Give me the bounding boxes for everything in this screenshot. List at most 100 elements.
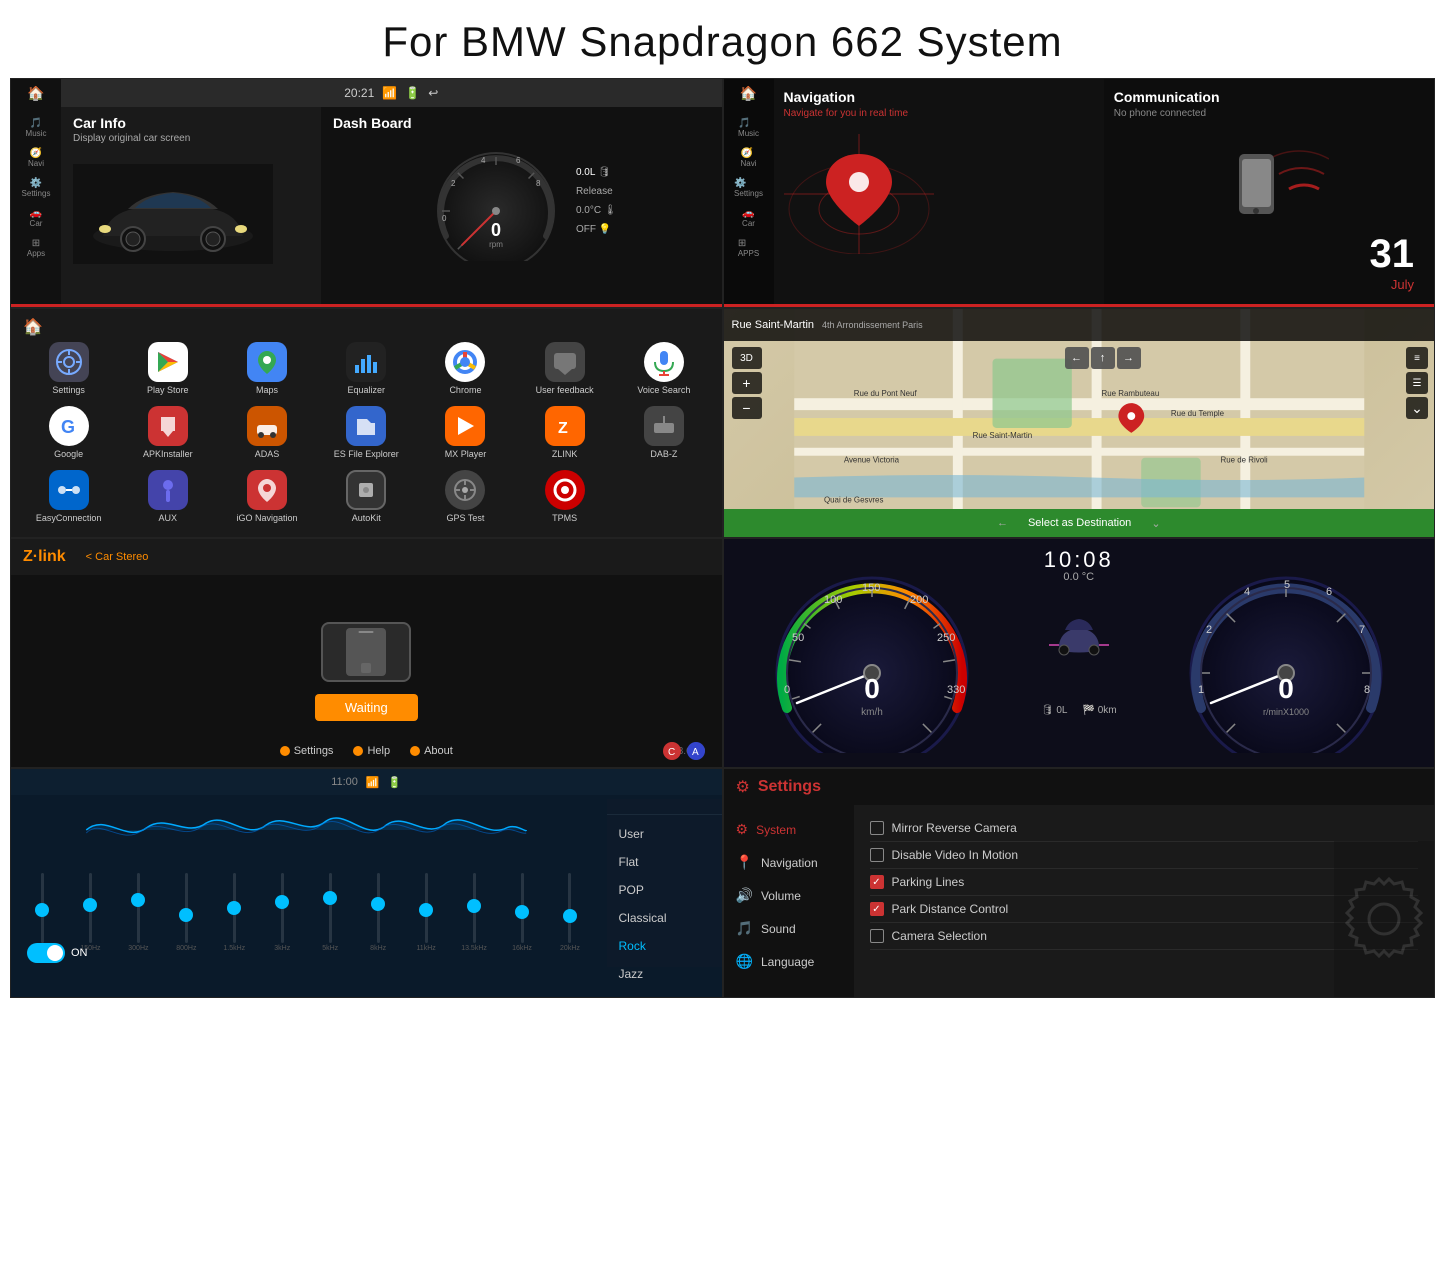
sidebar-settings[interactable]: Settings: [22, 189, 51, 198]
svg-text:Rue Saint-Martin: Rue Saint-Martin: [972, 431, 1031, 440]
app-mxplayer-label: MX Player: [445, 449, 487, 460]
date-number: 31: [1370, 232, 1415, 277]
eq-slider-20khz[interactable]: 20kHz: [546, 873, 593, 952]
map-zoom-out[interactable]: −: [732, 397, 762, 419]
app-equalizer[interactable]: Equalizer: [319, 339, 414, 399]
settings-nav-volume[interactable]: 🔊 Volume: [724, 879, 854, 912]
preset-jazz[interactable]: Jazz: [607, 961, 722, 987]
map-arrow-right[interactable]: →: [1117, 347, 1141, 369]
preset-rock[interactable]: Rock: [607, 933, 722, 959]
settings-nav-language[interactable]: 🌐 Language: [724, 945, 854, 978]
app-igo[interactable]: iGO Navigation: [219, 467, 314, 527]
preset-pop[interactable]: POP: [607, 877, 722, 903]
app-tpms[interactable]: TPMS: [517, 467, 612, 527]
sidebar2-apps[interactable]: APPS: [738, 249, 759, 258]
eq-slider-300hz[interactable]: 300Hz: [115, 873, 162, 952]
zlink-settings-link[interactable]: Settings: [280, 745, 334, 757]
settings-nav-sound[interactable]: 🎵 Sound: [724, 912, 854, 945]
app-dabz[interactable]: DAB-Z: [616, 403, 711, 463]
app-apkinstaller[interactable]: APKInstaller: [120, 403, 215, 463]
eq-on-toggle[interactable]: ON: [27, 943, 88, 963]
svg-text:Z: Z: [558, 420, 568, 437]
app-zlink[interactable]: Z ZLINK: [517, 403, 612, 463]
settings-nav-system[interactable]: ⚙ System: [724, 813, 854, 846]
map-3d-btn[interactable]: 3D: [732, 347, 762, 369]
sidebar2-settings[interactable]: Settings: [734, 189, 763, 198]
cell-car-info: 🏠 🎵Music 🧭Navi ⚙️Settings 🚗Car ⊞Apps 20:…: [10, 78, 723, 308]
eq-slider-3khz[interactable]: 3kHz: [259, 873, 306, 952]
preset-user[interactable]: User: [607, 821, 722, 847]
app-voice-search[interactable]: Voice Search: [616, 339, 711, 399]
eq-slider-5khz[interactable]: 5kHz: [307, 873, 354, 952]
app-mxplayer[interactable]: MX Player: [418, 403, 513, 463]
settings-nav-navigation[interactable]: 📍 Navigation: [724, 846, 854, 879]
svg-text:0: 0: [864, 673, 880, 704]
checkbox-park-distance[interactable]: [870, 902, 884, 916]
map-zoom-in[interactable]: +: [732, 372, 762, 394]
app-easyconnect[interactable]: EasyConnection: [21, 467, 116, 527]
map-back-icon[interactable]: ←: [997, 517, 1008, 529]
zlink-waiting-button[interactable]: Waiting: [315, 694, 418, 721]
sidebar2-car[interactable]: Car: [742, 219, 755, 228]
car-info-panel: Car Info Display original car screen: [61, 107, 321, 307]
red-bar-cell2: [724, 304, 1435, 307]
speedometer-area: 0 2 4 6 8 0 rpm 0.0L 🛢: [333, 141, 710, 261]
sidebar-navi[interactable]: Navi: [28, 159, 44, 168]
eq-slider-16khz[interactable]: 16kHz: [499, 873, 546, 952]
preset-flat[interactable]: Flat: [607, 849, 722, 875]
map-expand-icon[interactable]: ⌄: [1151, 517, 1160, 530]
option-parking-lines-label: Parking Lines: [892, 875, 965, 889]
map-view[interactable]: Rue du Pont Neuf Rue Rambuteau Rue Saint…: [724, 309, 1435, 537]
app-es-explorer[interactable]: ES File Explorer: [319, 403, 414, 463]
app-playstore[interactable]: Play Store: [120, 339, 215, 399]
back-button[interactable]: ↩: [428, 86, 438, 100]
zlink-back-button[interactable]: < Car Stereo: [86, 551, 149, 563]
street-name: Rue Saint-Martin: [732, 319, 815, 331]
app-settings[interactable]: Settings: [21, 339, 116, 399]
map-menu-icon[interactable]: ≡: [1406, 347, 1428, 369]
map-arrow-up[interactable]: ↑: [1091, 347, 1115, 369]
app-google[interactable]: G Google: [21, 403, 116, 463]
car-info-subtitle: Display original car screen: [73, 133, 309, 144]
checkbox-disable-video[interactable]: [870, 848, 884, 862]
checkbox-camera-selection[interactable]: [870, 929, 884, 943]
eq-slider-150hz[interactable]: 150Hz: [67, 873, 114, 952]
sidebar-music[interactable]: Music: [26, 129, 47, 138]
zlink-platform-icons: C A: [662, 741, 706, 761]
svg-text:0: 0: [1278, 673, 1294, 704]
app-maps[interactable]: Maps: [219, 339, 314, 399]
preset-classical[interactable]: Classical: [607, 905, 722, 931]
checkbox-mirror-camera[interactable]: [870, 821, 884, 835]
eq-slider-1.5khz[interactable]: 1.5kHz: [211, 873, 258, 952]
zlink-help-link[interactable]: Help: [353, 745, 390, 757]
eq-slider-11khz[interactable]: 11kHz: [403, 873, 450, 952]
app-apkinstaller-label: APKInstaller: [143, 449, 193, 460]
app-adas[interactable]: ADAS: [219, 403, 314, 463]
app-feedback[interactable]: User feedback: [517, 339, 612, 399]
zlink-about-link[interactable]: About: [410, 745, 453, 757]
map-list-icon[interactable]: ☰: [1406, 372, 1428, 394]
app-gpstest[interactable]: GPS Test: [418, 467, 513, 527]
svg-text:50: 50: [792, 632, 804, 644]
sidebar-car[interactable]: Car: [30, 219, 43, 228]
map-arrow-left[interactable]: ←: [1065, 347, 1089, 369]
eq-slider-8khz[interactable]: 8kHz: [355, 873, 402, 952]
settings-header: ⚙ Settings: [724, 769, 1435, 805]
apps-home-icon[interactable]: 🏠: [23, 317, 43, 337]
eq-slider-13.5khz[interactable]: 13.5kHz: [451, 873, 498, 952]
settings-gear-decoration: [1334, 841, 1434, 997]
sidebar-apps[interactable]: Apps: [27, 249, 45, 258]
eq-slider-30hz[interactable]: 30Hz: [19, 873, 66, 952]
map-destination-bar[interactable]: ← Select as Destination ⌄: [724, 509, 1435, 537]
sidebar2-music[interactable]: Music: [738, 129, 759, 138]
sidebar2-navi[interactable]: Navi: [740, 159, 756, 168]
checkbox-parking-lines[interactable]: [870, 875, 884, 889]
app-autokit[interactable]: AutoKit: [319, 467, 414, 527]
toggle-switch[interactable]: [27, 943, 65, 963]
eq-slider-800hz[interactable]: 800Hz: [163, 873, 210, 952]
app-equalizer-label: Equalizer: [347, 385, 385, 396]
map-chevron-down-icon[interactable]: ⌄: [1406, 397, 1428, 419]
app-aux[interactable]: AUX: [120, 467, 215, 527]
app-chrome[interactable]: Chrome: [418, 339, 513, 399]
zlink-body: Waiting: [11, 575, 722, 767]
